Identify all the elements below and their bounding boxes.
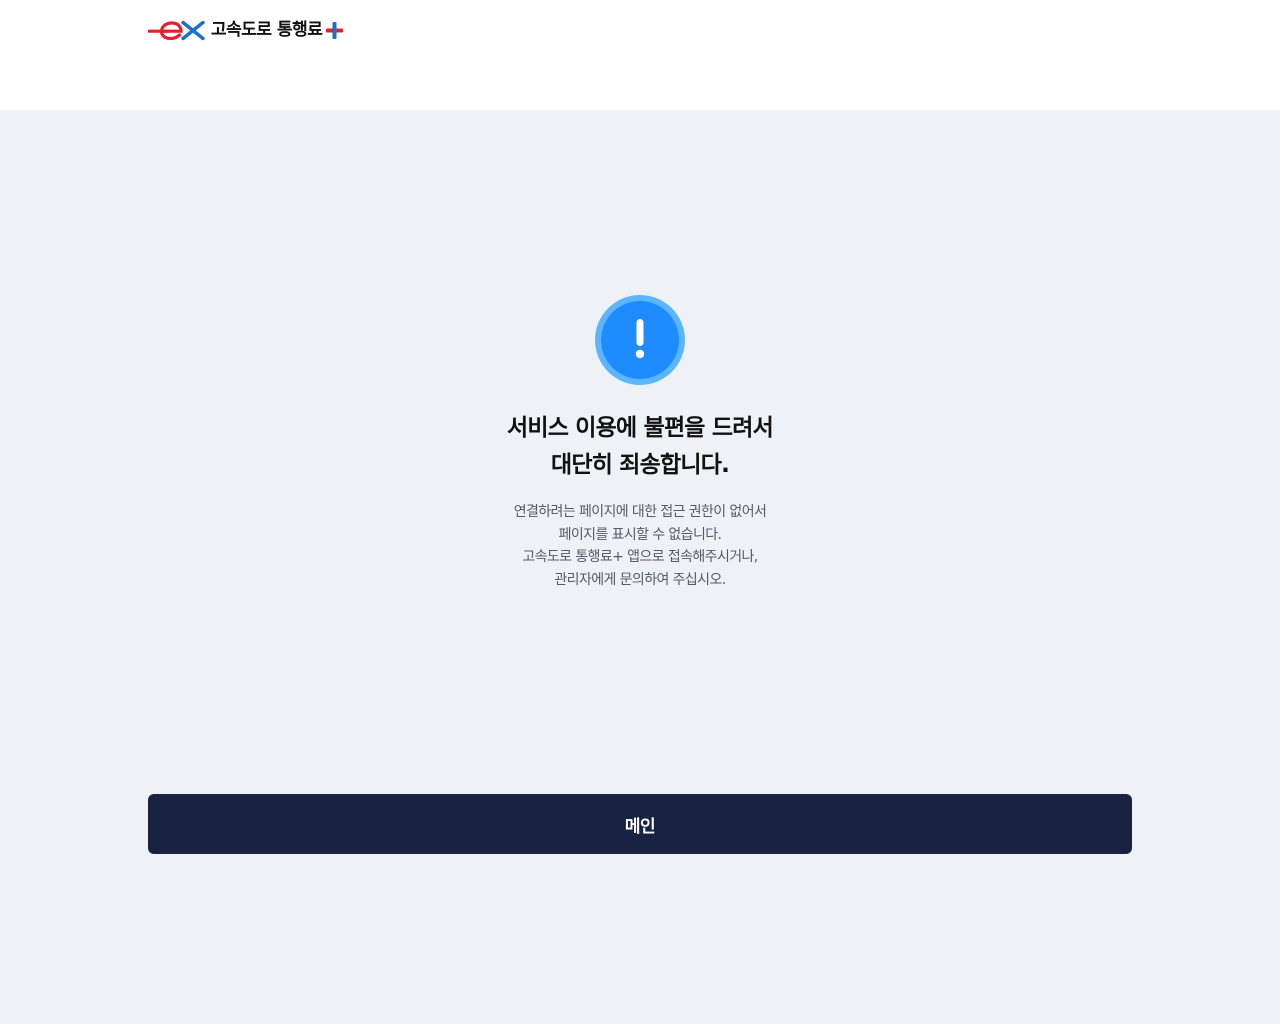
error-title-line: 대단히 죄송합니다. <box>550 452 730 478</box>
error-page: 서비스 이용에 불편을 드려서 대단히 죄송합니다. 연결하려는 페이지에 대한… <box>0 110 1280 1024</box>
error-title: 서비스 이용에 불편을 드려서 대단히 죄송합니다. <box>340 410 940 484</box>
error-description-line: 연결하려는 페이지에 대한 접근 권한이 없어서 <box>513 504 767 520</box>
ex-logo-icon <box>148 20 205 41</box>
app-header: 고속도로 통행료 <box>0 0 1280 110</box>
logo-text: 고속도로 통행료 <box>211 20 323 40</box>
error-description: 연결하려는 페이지에 대한 접근 권한이 없어서 페이지를 표시할 수 없습니다… <box>340 501 940 591</box>
plus-icon <box>326 21 344 39</box>
logo[interactable]: 고속도로 통행료 <box>148 18 344 42</box>
exclamation-icon <box>595 295 685 385</box>
error-title-line: 서비스 이용에 불편을 드려서 <box>507 415 774 441</box>
error-description-line: 고속도로 통행료+ 앱으로 접속해주시거나, <box>522 549 758 565</box>
main-button[interactable]: 메인 <box>148 794 1132 854</box>
error-description-line: 페이지를 표시할 수 없습니다. <box>558 526 722 543</box>
error-description-line: 관리자에게 문의하여 주십시오. <box>554 571 726 588</box>
